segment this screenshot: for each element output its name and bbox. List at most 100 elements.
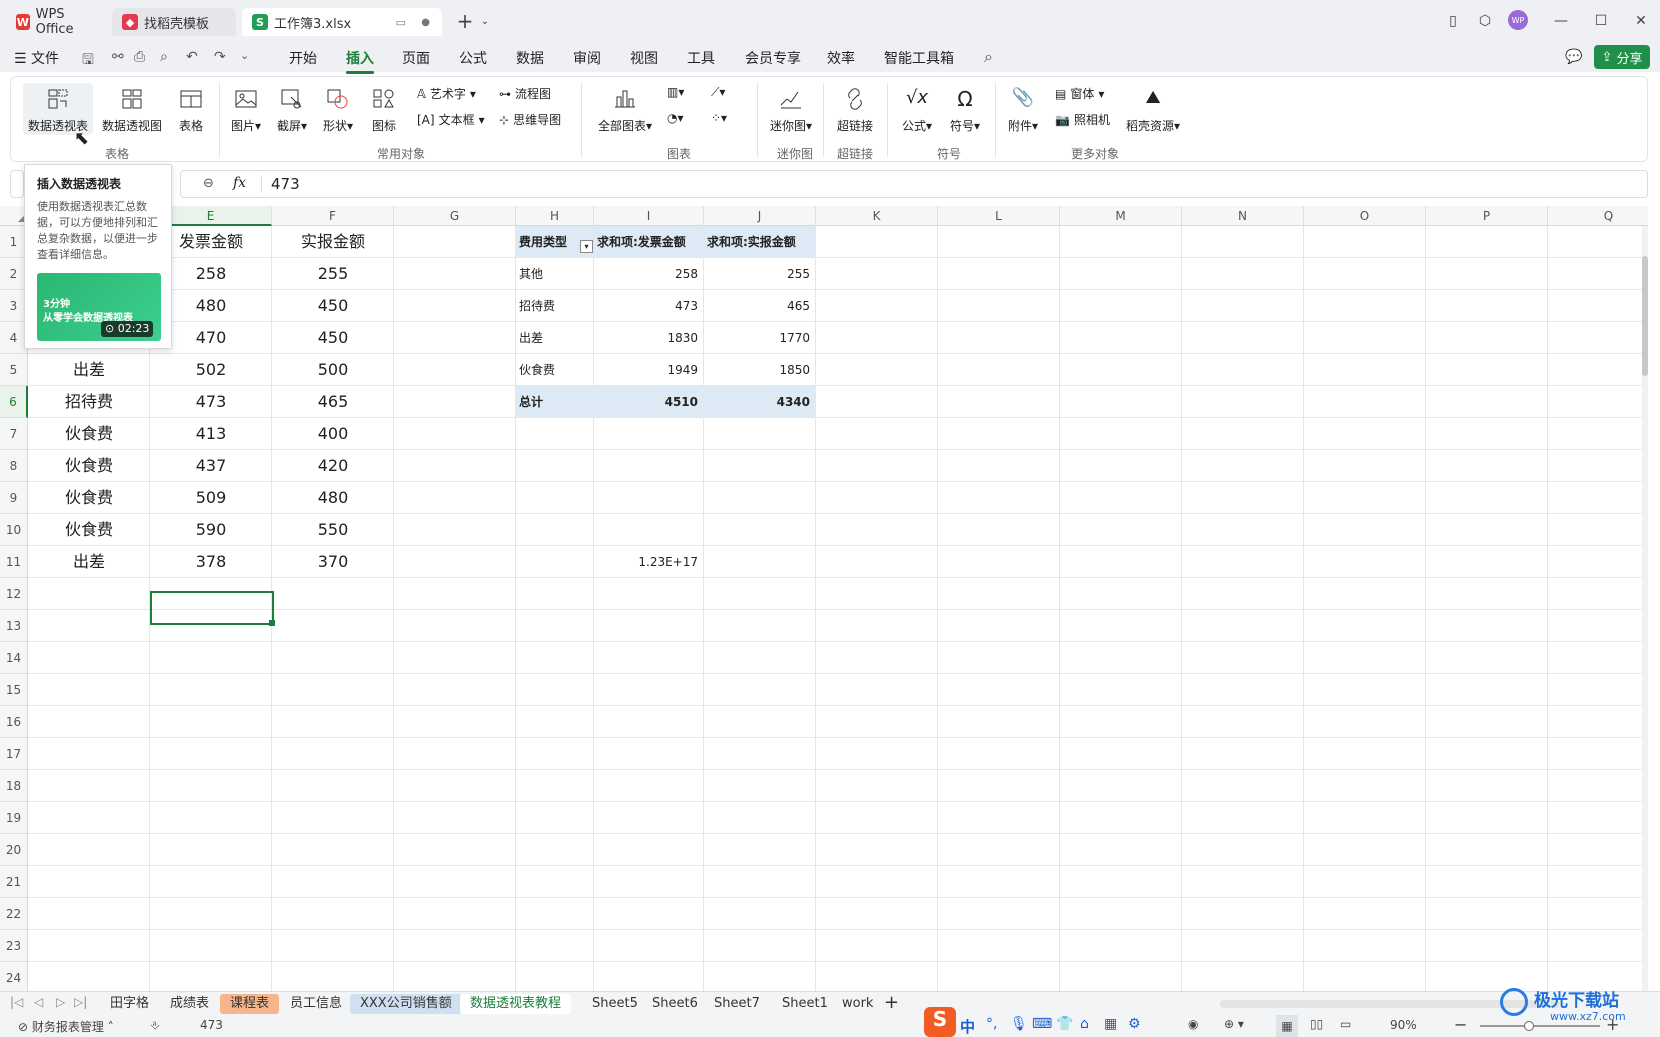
fill-handle[interactable] [269, 620, 275, 626]
row-header-19[interactable]: 19 [0, 802, 28, 834]
sogou-ime-icon[interactable]: S [924, 1007, 956, 1037]
eye-protection-icon[interactable]: ◉ [1188, 1017, 1198, 1031]
cube-icon[interactable]: ⬡ [1474, 10, 1496, 32]
settings-icon[interactable]: ⚙ [1128, 1016, 1141, 1032]
pivot-chart-button[interactable]: 数据透视图 [97, 87, 167, 134]
sheet-tab[interactable]: work [832, 994, 883, 1014]
window-form-button[interactable]: ▤ 窗体 ▾ [1055, 85, 1104, 102]
layout-icon[interactable]: ▯ [1442, 10, 1464, 32]
screenshot-button[interactable]: 截屏▾ [275, 87, 309, 134]
cell-f2[interactable]: 255 [272, 258, 394, 290]
sparkline-button[interactable]: 迷你图▾ [765, 87, 817, 134]
row-header-14[interactable]: 14 [0, 642, 28, 674]
redo-icon[interactable]: ↷ [214, 49, 226, 65]
menu-insert[interactable]: 插入 [346, 48, 374, 74]
picture-button[interactable]: 图片▾ [229, 87, 263, 134]
microphone-icon[interactable]: 🎙 [1010, 1016, 1028, 1032]
ime-mode[interactable]: 中 [960, 1016, 975, 1037]
menu-formula[interactable]: 公式 [459, 48, 487, 68]
pivot-total-actual[interactable]: 4340 [704, 386, 816, 418]
normal-view-icon[interactable]: ▦ [1276, 1015, 1298, 1037]
cell-d7[interactable]: 伙食费 [28, 418, 150, 450]
camera-button[interactable]: 📷 照相机 [1055, 111, 1110, 128]
close-icon[interactable]: ✕ [1630, 10, 1652, 32]
pivot-row-actual[interactable]: 255 [704, 258, 816, 290]
save-icon[interactable]: 🖫 [82, 49, 94, 73]
pivot-row-invoice[interactable]: 1830 [594, 322, 704, 354]
print-icon[interactable]: ⎙ [134, 49, 145, 65]
cell-e10[interactable]: 590 [150, 514, 272, 546]
cell-e11[interactable]: 378 [150, 546, 272, 578]
cell-d10[interactable]: 伙食费 [28, 514, 150, 546]
sheet-tab[interactable]: XXX公司销售额 [350, 994, 462, 1014]
icon-button[interactable]: 图标 [369, 87, 399, 134]
row-header-17[interactable]: 17 [0, 738, 28, 770]
column-header-j[interactable]: J [704, 206, 816, 226]
vertical-scroll-thumb[interactable] [1642, 256, 1648, 376]
formula-input[interactable]: 473 [271, 175, 300, 193]
menu-tools[interactable]: 工具 [687, 48, 715, 68]
row-header-24[interactable]: 24 [0, 962, 28, 991]
gamepad-icon[interactable]: ⌂ [1080, 1016, 1089, 1032]
sheet-tab[interactable]: 员工信息 [280, 994, 352, 1014]
hyperlink-button[interactable]: 超链接 [833, 87, 877, 134]
tab-wps-office[interactable]: W WPS Office [6, 7, 106, 37]
share-button[interactable]: ⇪ 分享 [1594, 45, 1650, 69]
row-header-20[interactable]: 20 [0, 834, 28, 866]
row-header-13[interactable]: 13 [0, 610, 28, 642]
scatter-chart-button[interactable]: ⁘▾ [711, 111, 727, 125]
cell-d6[interactable]: 招待费 [28, 386, 150, 418]
zoom-out-icon[interactable]: − [1454, 1015, 1467, 1034]
menu-member[interactable]: 会员专享 [745, 48, 801, 68]
next-sheet-icon[interactable]: ▷ [56, 995, 65, 1009]
pivot-row-invoice[interactable]: 473 [594, 290, 704, 322]
column-header-o[interactable]: O [1304, 206, 1426, 226]
sheet-tab[interactable]: Sheet1 [772, 994, 838, 1014]
pivot-header-invoice-sum[interactable]: 求和项:发票金额 [594, 226, 704, 258]
pivot-row-actual[interactable]: 1770 [704, 322, 816, 354]
menu-view[interactable]: 视图 [630, 48, 658, 68]
cell-f8[interactable]: 420 [272, 450, 394, 482]
column-header-m[interactable]: M [1060, 206, 1182, 226]
pivot-filter-dropdown-icon[interactable]: ▾ [580, 240, 593, 253]
cell-d9[interactable]: 伙食费 [28, 482, 150, 514]
line-chart-button[interactable]: ⟋▾ [711, 85, 725, 100]
zoom-level[interactable]: 90% [1390, 1018, 1417, 1032]
pivot-row-invoice[interactable]: 258 [594, 258, 704, 290]
sheet-tab[interactable]: 成绩表 [160, 994, 219, 1014]
vertical-scrollbar[interactable] [1642, 226, 1648, 991]
cell-f6[interactable]: 465 [272, 386, 394, 418]
selected-cell-e6[interactable] [150, 591, 275, 626]
all-charts-button[interactable]: 全部图表▾ [595, 87, 655, 134]
column-header-g[interactable]: G [394, 206, 516, 226]
column-header-n[interactable]: N [1182, 206, 1304, 226]
pivot-total-invoice[interactable]: 4510 [594, 386, 704, 418]
flowchart-button[interactable]: ⊶ 流程图 [499, 85, 551, 102]
row-header-10[interactable]: 10 [0, 514, 28, 546]
cell-e9[interactable]: 509 [150, 482, 272, 514]
row-header-22[interactable]: 22 [0, 898, 28, 930]
cell-f5[interactable]: 500 [272, 354, 394, 386]
cell-d8[interactable]: 伙食费 [28, 450, 150, 482]
skin-icon[interactable]: 👕 [1056, 1016, 1073, 1032]
cell-e8[interactable]: 437 [150, 450, 272, 482]
avatar[interactable]: WP [1508, 10, 1528, 30]
pivot-row-type[interactable]: 出差 [516, 322, 594, 354]
zoom-formula-icon[interactable]: ⊖ [203, 176, 214, 191]
row-header-23[interactable]: 23 [0, 930, 28, 962]
prev-sheet-icon[interactable]: ◁ [34, 995, 43, 1009]
row-header-15[interactable]: 15 [0, 674, 28, 706]
file-menu[interactable]: ☰ 文件 [14, 48, 59, 68]
menu-page[interactable]: 页面 [402, 48, 430, 68]
row-header-21[interactable]: 21 [0, 866, 28, 898]
row-header-5[interactable]: 5 [0, 354, 28, 386]
menu-data[interactable]: 数据 [516, 48, 544, 68]
symbol-button[interactable]: Ω 符号▾ [945, 87, 985, 134]
column-header-h[interactable]: H [516, 206, 594, 226]
textbox-button[interactable]: [A] 文本框 ▾ [417, 111, 485, 128]
add-sheet-icon[interactable]: + [884, 992, 899, 1013]
attachment-button[interactable]: 📎 附件▾ [1003, 87, 1043, 134]
sheet-tab[interactable]: Sheet5 [582, 994, 648, 1014]
undo-icon[interactable]: ↶ [186, 49, 198, 65]
fx-icon[interactable]: fx [233, 175, 246, 191]
